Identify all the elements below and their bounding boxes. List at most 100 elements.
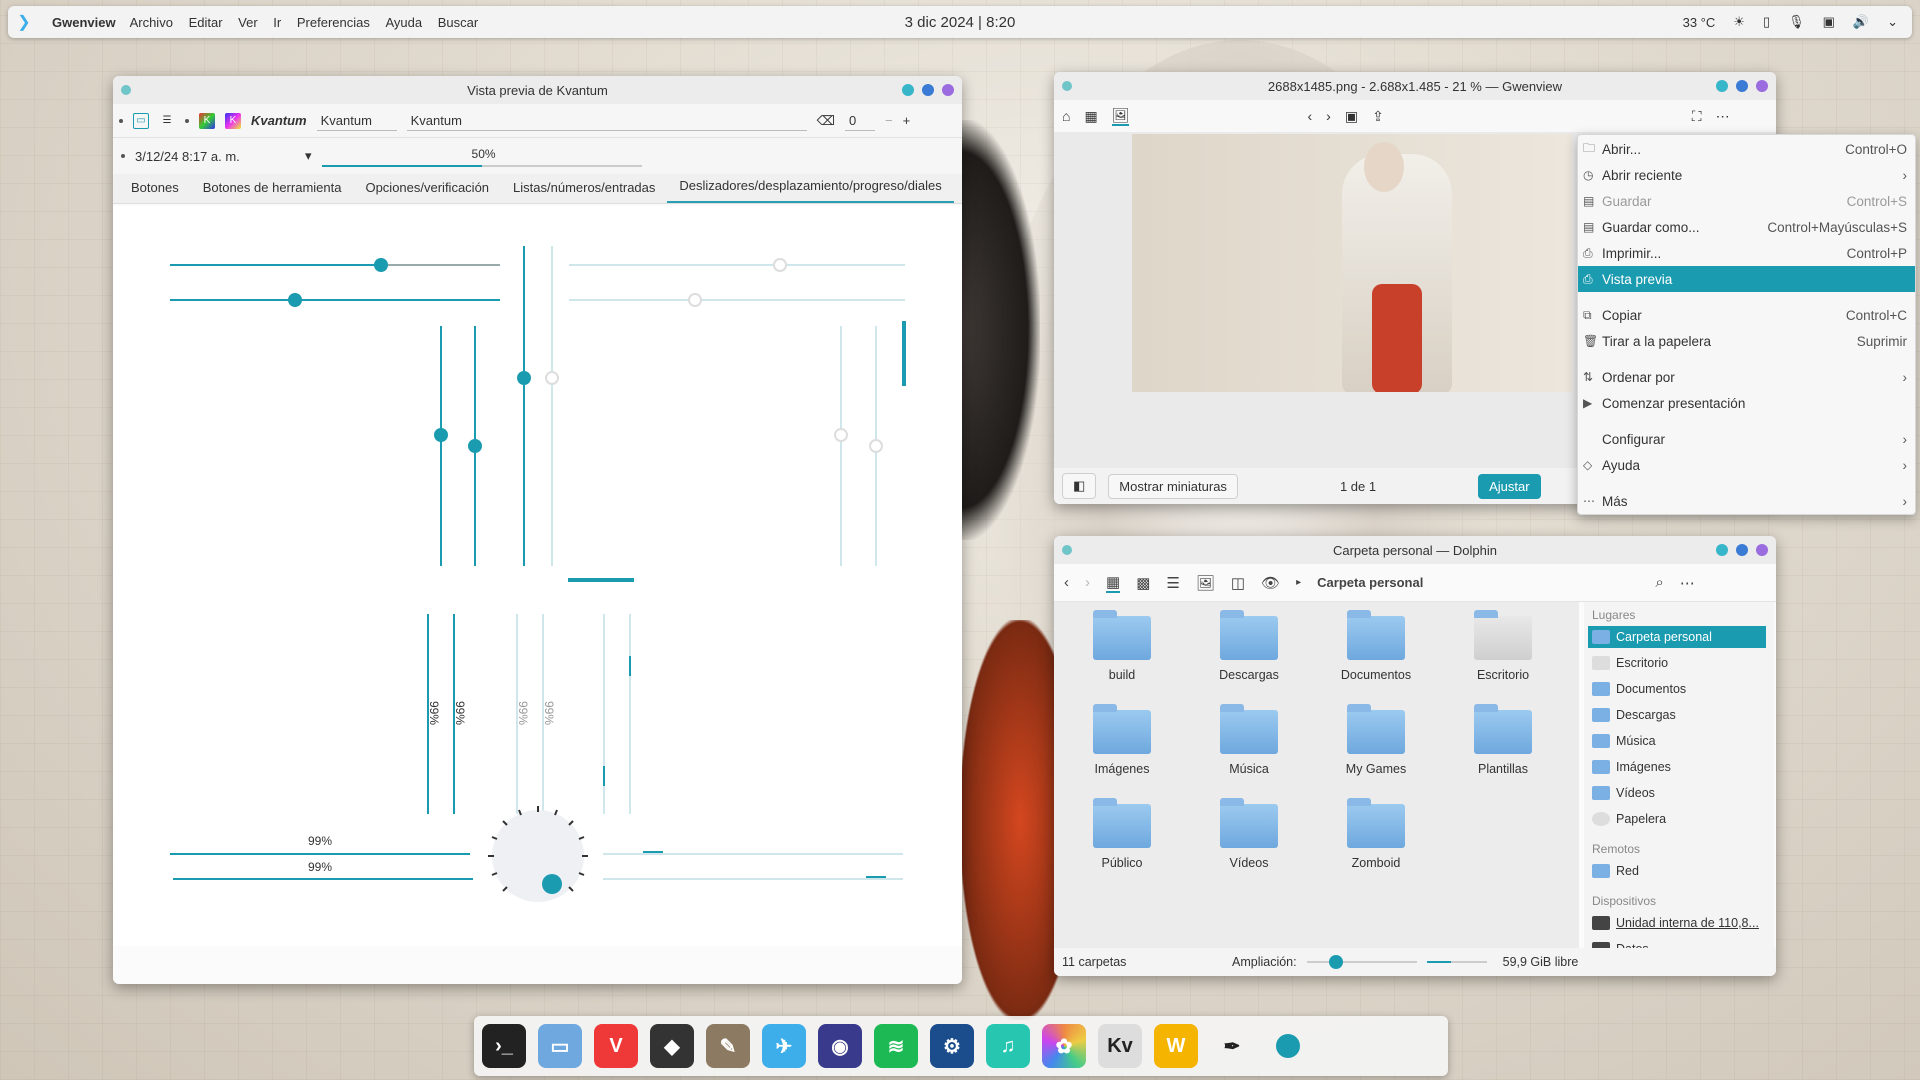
- v-slider-2-handle[interactable]: [468, 439, 482, 453]
- minimize-button[interactable]: [1716, 544, 1728, 556]
- device-internal-drive[interactable]: Unidad interna de 110,8...: [1588, 912, 1766, 934]
- hidden-files-icon[interactable]: 👁: [1261, 574, 1280, 592]
- close-button[interactable]: [942, 84, 954, 96]
- steam-icon[interactable]: ⚙: [930, 1024, 974, 1068]
- window-menu-icon[interactable]: [1062, 81, 1072, 91]
- h-slider-2-handle[interactable]: [288, 293, 302, 307]
- circle-icon[interactable]: [1266, 1024, 1310, 1068]
- podcast-icon[interactable]: ◉: [818, 1024, 862, 1068]
- place-videos[interactable]: Vídeos: [1588, 782, 1766, 804]
- back-icon[interactable]: ‹: [1064, 574, 1069, 591]
- menu-ir[interactable]: Ir: [273, 15, 281, 30]
- share-icon[interactable]: ⇪: [1372, 108, 1384, 125]
- image-icon[interactable]: ▣: [1345, 108, 1358, 125]
- h-slider-4-track[interactable]: [569, 299, 905, 301]
- inkscape-icon[interactable]: ◆: [650, 1024, 694, 1068]
- split-icon[interactable]: ◫: [1231, 574, 1245, 592]
- window-menu-icon[interactable]: [1062, 545, 1072, 555]
- place-descargas[interactable]: Descargas: [1588, 704, 1766, 726]
- menu-archivo[interactable]: Archivo: [130, 15, 173, 30]
- v-slider-1[interactable]: [440, 326, 442, 566]
- dial-widget[interactable]: [486, 804, 590, 908]
- menu-item-copiar[interactable]: ⧉ Copiar Control+C: [1578, 302, 1915, 328]
- place-musica[interactable]: Música: [1588, 730, 1766, 752]
- v-slider-6-handle[interactable]: [869, 439, 883, 453]
- menu-preferencias[interactable]: Preferencias: [297, 15, 370, 30]
- v-slider-5[interactable]: [840, 326, 842, 566]
- h-slider-1-track[interactable]: [380, 264, 500, 266]
- terminal-icon[interactable]: ›_: [482, 1024, 526, 1068]
- details-view-icon[interactable]: ☰: [1166, 574, 1179, 592]
- place-imagenes[interactable]: Imágenes: [1588, 756, 1766, 778]
- maximize-button[interactable]: [1736, 80, 1748, 92]
- microphone-icon[interactable]: 🎙: [1788, 14, 1805, 30]
- tab-opciones[interactable]: Opciones/verificación: [353, 180, 501, 203]
- more-options-icon[interactable]: ⋯: [1716, 108, 1730, 125]
- v-slider-4[interactable]: [551, 246, 553, 566]
- zoom-slider[interactable]: [1306, 955, 1417, 969]
- folder-item[interactable]: Imágenes: [1072, 704, 1172, 776]
- menu-item-guardar[interactable]: ▤ Guardar Control+S: [1578, 188, 1915, 214]
- scrollbar-horizontal[interactable]: [568, 578, 634, 582]
- kvantum-logo-icon[interactable]: K: [199, 112, 215, 129]
- menu-editar[interactable]: Editar: [189, 15, 223, 30]
- compact-view-icon[interactable]: ▩: [1136, 574, 1150, 592]
- kvantum-titlebar[interactable]: Vista previa de Kvantum: [113, 76, 962, 104]
- tab-deslizadores[interactable]: Deslizadores/desplazamiento/progreso/dia…: [667, 178, 954, 203]
- menu-item-guardar-como[interactable]: ▤ Guardar como... Control+Mayúsculas+S: [1578, 214, 1915, 240]
- folder-item[interactable]: Escritorio: [1453, 610, 1553, 682]
- spotify-icon[interactable]: ≋: [874, 1024, 918, 1068]
- folder-item[interactable]: Público: [1072, 798, 1172, 870]
- photos-icon[interactable]: ✿: [1042, 1024, 1086, 1068]
- fullscreen-icon[interactable]: ⛶: [1692, 108, 1702, 125]
- battery-icon[interactable]: ▯: [1763, 14, 1770, 30]
- wps-icon[interactable]: W: [1154, 1024, 1198, 1068]
- scrollbar-vertical[interactable]: [902, 321, 906, 386]
- music-icon[interactable]: ♫: [986, 1024, 1030, 1068]
- maximize-button[interactable]: [1736, 544, 1748, 556]
- files-icon[interactable]: ▭: [538, 1024, 582, 1068]
- folder-item[interactable]: Música: [1199, 704, 1299, 776]
- menu-ver[interactable]: Ver: [238, 15, 258, 30]
- menu-item-abrir[interactable]: 🗀 Abrir... Control+O: [1578, 136, 1915, 162]
- home-icon[interactable]: ⌂: [1062, 108, 1070, 124]
- more-options-icon[interactable]: ⋯: [1680, 574, 1695, 592]
- search-icon[interactable]: ⌕: [1655, 574, 1663, 591]
- clock[interactable]: 3 dic 2024 | 8:20: [905, 14, 1016, 31]
- menu-item-ordenar[interactable]: ⇅ Ordenar por ›: [1578, 364, 1915, 390]
- place-red[interactable]: Red: [1588, 860, 1766, 882]
- folder-item[interactable]: Zomboid: [1326, 798, 1426, 870]
- zoom-slider-handle[interactable]: [1328, 955, 1343, 969]
- datetime-edit[interactable]: 3/12/24 8:17 a. m.: [135, 149, 295, 164]
- minimize-button[interactable]: [902, 84, 914, 96]
- kvantum-spin-value[interactable]: 0: [845, 111, 876, 131]
- kvantum-text-field[interactable]: Kvantum: [406, 111, 807, 131]
- minimize-button[interactable]: [1716, 80, 1728, 92]
- preview-icon[interactable]: 🖼: [1196, 574, 1215, 592]
- clear-input-icon[interactable]: ⌫: [817, 113, 835, 129]
- menu-item-abrir-reciente[interactable]: ◷ Abrir reciente ›: [1578, 162, 1915, 188]
- menu-item-ayuda[interactable]: ◇ Ayuda ›: [1578, 452, 1915, 478]
- breadcrumb[interactable]: Carpeta personal: [1317, 575, 1423, 590]
- v-slider-5-handle[interactable]: [834, 428, 848, 442]
- grid-view-icon[interactable]: ▦: [1084, 108, 1097, 125]
- icons-view-icon[interactable]: ▦: [1106, 573, 1121, 593]
- tab-botones[interactable]: Botones: [119, 180, 191, 203]
- close-button[interactable]: [1756, 544, 1768, 556]
- place-escritorio[interactable]: Escritorio: [1588, 652, 1766, 674]
- place-documentos[interactable]: Documentos: [1588, 678, 1766, 700]
- menu-item-configurar[interactable]: Configurar ›: [1578, 426, 1915, 452]
- kvantum-combo[interactable]: Kvantum: [316, 111, 397, 131]
- show-thumbnails-button[interactable]: Mostrar miniaturas: [1108, 473, 1238, 499]
- folder-item[interactable]: Plantillas: [1453, 704, 1553, 776]
- folder-item[interactable]: Descargas: [1199, 610, 1299, 682]
- kvantum-icon[interactable]: Kv: [1098, 1024, 1142, 1068]
- app-launcher-icon[interactable]: ❯: [8, 6, 40, 38]
- h-slider-3-track[interactable]: [569, 264, 905, 266]
- fit-button[interactable]: Ajustar: [1478, 473, 1541, 499]
- v-slider-1-handle[interactable]: [434, 428, 448, 442]
- kdeconnect-icon[interactable]: ✈: [762, 1024, 806, 1068]
- folder-item[interactable]: My Games: [1326, 704, 1426, 776]
- folder-item[interactable]: Vídeos: [1199, 798, 1299, 870]
- menu-buscar[interactable]: Buscar: [438, 15, 478, 30]
